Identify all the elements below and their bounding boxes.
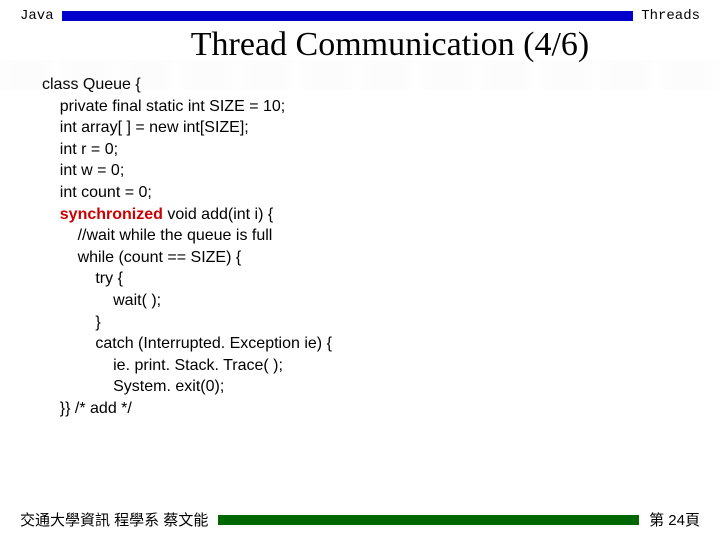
code-line: //wait while the queue is full (42, 227, 272, 244)
footer-page-number: 第 24頁 (649, 509, 700, 530)
code-block: class Queue { private final static int S… (0, 74, 720, 420)
footer-author: 交通大學資訊 程學系 蔡文能 (20, 509, 208, 530)
code-line: int r = 0; (42, 141, 118, 158)
code-line: catch (Interrupted. Exception ie) { (42, 335, 332, 352)
header-left-label: Java (20, 8, 54, 24)
code-line: int array[ ] = new int[SIZE]; (42, 119, 249, 136)
code-indent (42, 206, 60, 223)
code-line: try { (42, 270, 123, 287)
code-line: void add(int i) { (163, 206, 273, 223)
header-right-label: Threads (641, 8, 700, 24)
code-line: } (42, 314, 101, 331)
code-line: while (count == SIZE) { (42, 249, 241, 266)
code-line: class Queue { (42, 76, 141, 93)
code-line: System. exit(0); (42, 378, 224, 395)
code-line: ie. print. Stack. Trace( ); (42, 357, 283, 374)
slide-title: Thread Communication (4/6) (0, 26, 720, 64)
footer-green-bar (218, 515, 639, 525)
code-line: int w = 0; (42, 162, 124, 179)
slide-footer: 交通大學資訊 程學系 蔡文能 第 24頁 (0, 509, 720, 530)
slide-header: Java Threads (0, 0, 720, 24)
code-line: wait( ); (42, 292, 161, 309)
code-line: }} /* add */ (42, 400, 132, 417)
code-line: private final static int SIZE = 10; (42, 98, 285, 115)
header-blue-bar (62, 11, 634, 21)
keyword-synchronized: synchronized (60, 206, 163, 223)
code-line: int count = 0; (42, 184, 152, 201)
